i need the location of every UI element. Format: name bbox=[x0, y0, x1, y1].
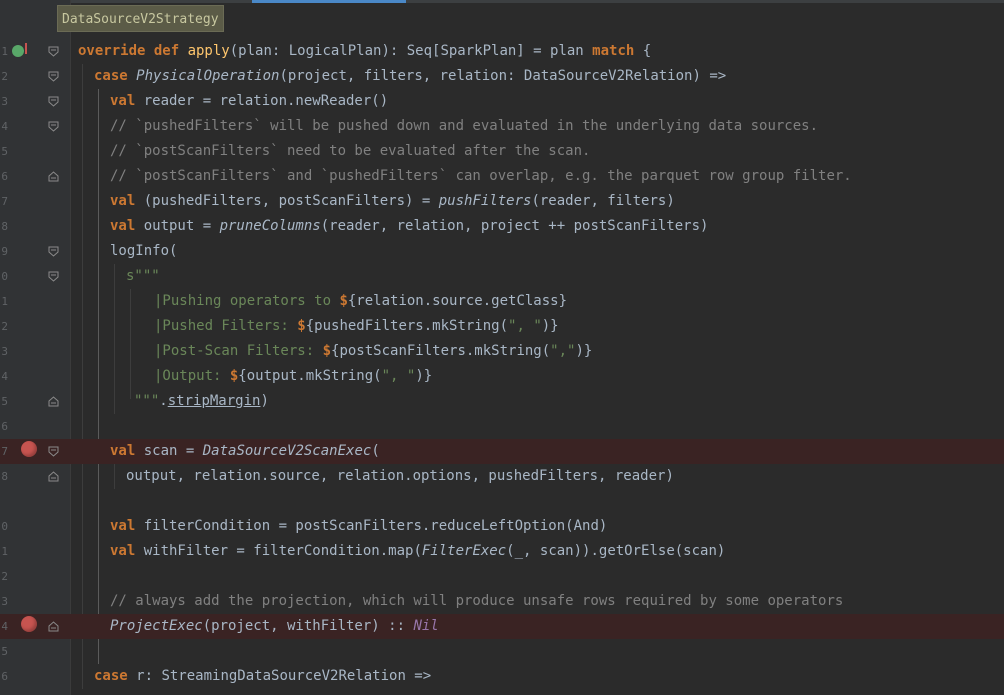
code-line[interactable]: 1 val withFilter = filterCondition.map(F… bbox=[0, 539, 1004, 564]
line-number: 4 bbox=[1, 120, 8, 133]
override-arrow-icon bbox=[25, 43, 27, 54]
code-comment: // `postScanFilters` and `pushedFilters`… bbox=[110, 168, 852, 184]
code-text: val withFilter = filterCondition.map(Fil… bbox=[110, 543, 726, 559]
code-comment: // always add the projection, which will… bbox=[110, 593, 844, 609]
line-number: 1 bbox=[1, 545, 8, 558]
line-number: 7 bbox=[1, 445, 8, 458]
line-number: 4 bbox=[1, 620, 8, 633]
code-line[interactable]: 4 |Output: ${output.mkString(", ")} bbox=[0, 364, 1004, 389]
code-line[interactable]: 3 |Post-Scan Filters: ${postScanFilters.… bbox=[0, 339, 1004, 364]
code-line[interactable]: 1 override def apply(plan: LogicalPlan):… bbox=[0, 39, 1004, 64]
code-string: s""" bbox=[126, 268, 160, 284]
line-number: 7 bbox=[1, 195, 8, 208]
fold-icon[interactable] bbox=[48, 71, 59, 82]
code-line[interactable]: 9 logInfo( bbox=[0, 239, 1004, 264]
code-line[interactable]: 2 case PhysicalOperation(project, filter… bbox=[0, 64, 1004, 89]
fold-icon[interactable] bbox=[48, 271, 59, 282]
code-line[interactable]: 0 s""" bbox=[0, 264, 1004, 289]
code-comment: // `postScanFilters` need to be evaluate… bbox=[110, 143, 591, 159]
code-line[interactable]: 7 val (pushedFilters, postScanFilters) =… bbox=[0, 189, 1004, 214]
code-line[interactable]: 0 val filterCondition = postScanFilters.… bbox=[0, 514, 1004, 539]
code-text: override def apply(plan: LogicalPlan): S… bbox=[78, 43, 652, 59]
code-line[interactable]: 3 // always add the projection, which wi… bbox=[0, 589, 1004, 614]
override-icon[interactable] bbox=[12, 45, 24, 57]
code-line[interactable]: 5 """.stripMargin) bbox=[0, 389, 1004, 414]
fold-end-icon[interactable] bbox=[48, 471, 59, 482]
line-number: 3 bbox=[1, 595, 8, 608]
editor-tab-strip bbox=[0, 0, 1004, 3]
code-text: val (pushedFilters, postScanFilters) = p… bbox=[110, 193, 675, 209]
code-text: case r: StreamingDataSourceV2Relation => bbox=[94, 668, 432, 684]
code-line[interactable]: 1 |Pushing operators to ${relation.sourc… bbox=[0, 289, 1004, 314]
code-comment: // `pushedFilters` will be pushed down a… bbox=[110, 118, 819, 134]
code-line[interactable]: 6 bbox=[0, 414, 1004, 439]
line-number: 0 bbox=[1, 520, 8, 533]
line-number: 3 bbox=[1, 345, 8, 358]
line-number: 9 bbox=[1, 245, 8, 258]
code-line[interactable]: 6 // `postScanFilters` and `pushedFilter… bbox=[0, 164, 1004, 189]
code-line[interactable]: 6 case r: StreamingDataSourceV2Relation … bbox=[0, 664, 1004, 689]
line-number: 2 bbox=[1, 70, 8, 83]
line-number: 1 bbox=[1, 295, 8, 308]
fold-icon[interactable] bbox=[48, 121, 59, 132]
breakpoint-icon[interactable] bbox=[21, 441, 37, 457]
code-text: output, relation.source, relation.option… bbox=[126, 468, 674, 484]
code-text: """.stripMargin) bbox=[134, 393, 269, 409]
line-number: 0 bbox=[1, 270, 8, 283]
code-text: |Pushed Filters: ${pushedFilters.mkStrin… bbox=[154, 318, 559, 334]
code-line[interactable]: 8 val output = pruneColumns(reader, rela… bbox=[0, 214, 1004, 239]
fold-icon[interactable] bbox=[48, 96, 59, 107]
code-text: ProjectExec(project, withFilter) :: Nil bbox=[110, 618, 439, 634]
breadcrumb[interactable]: DataSourceV2Strategy bbox=[57, 5, 224, 32]
code-line[interactable]: 4 // `pushedFilters` will be pushed down… bbox=[0, 114, 1004, 139]
fold-end-icon[interactable] bbox=[48, 396, 59, 407]
line-number: 4 bbox=[1, 370, 8, 383]
fold-icon[interactable] bbox=[48, 446, 59, 457]
code-text: case PhysicalOperation(project, filters,… bbox=[94, 68, 727, 84]
code-line[interactable]: 2 |Pushed Filters: ${pushedFilters.mkStr… bbox=[0, 314, 1004, 339]
code-text: val filterCondition = postScanFilters.re… bbox=[110, 518, 608, 534]
line-number: 2 bbox=[1, 320, 8, 333]
code-text: val scan = DataSourceV2ScanExec( bbox=[110, 443, 380, 459]
code-line-breakpoint[interactable]: 4 ProjectExec(project, withFilter) :: Ni… bbox=[0, 614, 1004, 639]
code-line[interactable] bbox=[0, 489, 1004, 514]
line-number: 8 bbox=[1, 220, 8, 233]
code-text: logInfo( bbox=[110, 243, 178, 259]
fold-icon[interactable] bbox=[48, 46, 59, 57]
code-line[interactable]: 5 // `postScanFilters` need to be evalua… bbox=[0, 139, 1004, 164]
line-number: 8 bbox=[1, 470, 8, 483]
line-number: 5 bbox=[1, 145, 8, 158]
line-number: 3 bbox=[1, 95, 8, 108]
line-number: 1 bbox=[1, 45, 8, 58]
line-number: 6 bbox=[1, 670, 8, 683]
breakpoint-icon[interactable] bbox=[21, 616, 37, 632]
fold-end-icon[interactable] bbox=[48, 621, 59, 632]
line-number: 5 bbox=[1, 395, 8, 408]
code-line[interactable]: 8 output, relation.source, relation.opti… bbox=[0, 464, 1004, 489]
code-line[interactable]: 5 bbox=[0, 639, 1004, 664]
code-text: |Post-Scan Filters: ${postScanFilters.mk… bbox=[154, 343, 593, 359]
line-number: 5 bbox=[1, 645, 8, 658]
line-number: 2 bbox=[1, 570, 8, 583]
fold-icon[interactable] bbox=[48, 246, 59, 257]
code-line-breakpoint[interactable]: 7 val scan = DataSourceV2ScanExec( bbox=[0, 439, 1004, 464]
fold-end-icon[interactable] bbox=[48, 171, 59, 182]
code-text: |Output: ${output.mkString(", ")} bbox=[154, 368, 433, 384]
line-number: 6 bbox=[1, 420, 8, 433]
active-tab-indicator bbox=[252, 0, 406, 3]
code-line[interactable]: 3 val reader = relation.newReader() bbox=[0, 89, 1004, 114]
code-text: |Pushing operators to ${relation.source.… bbox=[154, 293, 568, 309]
code-line[interactable]: 2 bbox=[0, 564, 1004, 589]
code-text: val output = pruneColumns(reader, relati… bbox=[110, 218, 709, 234]
line-number: 6 bbox=[1, 170, 8, 183]
code-text: val reader = relation.newReader() bbox=[110, 93, 389, 109]
